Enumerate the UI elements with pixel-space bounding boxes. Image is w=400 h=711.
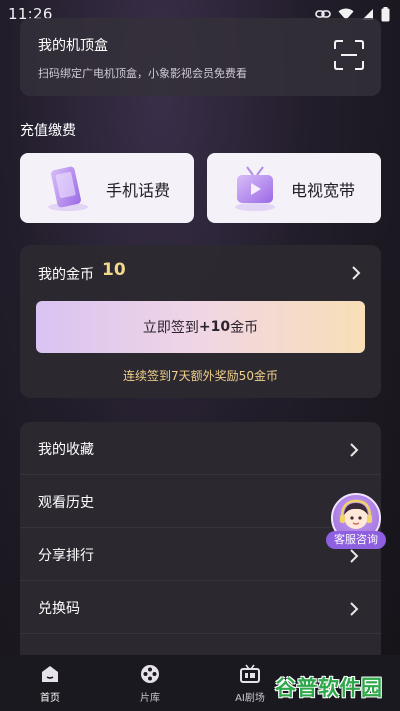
tab-home-label: 首页 <box>40 693 60 704</box>
menu-item-label: 我的收藏 <box>38 442 94 458</box>
profile-screen: 11:26 我的机顶盒 扫码绑定广电机顶盒，小象影视会员免费看 充值缴费 手机话… <box>0 0 400 711</box>
tv-broadband-card[interactable]: 电视宽带 <box>207 153 381 223</box>
chevron-right-icon[interactable] <box>351 265 361 280</box>
tab-home[interactable]: 首页 <box>10 655 90 711</box>
set-top-box-card[interactable]: 我的机顶盒 扫码绑定广电机顶盒，小象影视会员免费看 <box>20 18 381 96</box>
menu-item-label: 分享排行 <box>38 548 94 564</box>
menu-item-label: 兑换码 <box>38 601 80 617</box>
chevron-right-icon <box>349 442 359 457</box>
customer-service-button[interactable]: 客服咨询 <box>326 493 386 549</box>
chevron-right-icon <box>349 601 359 616</box>
streak-note: 连续签到7天额外奖励50金币 <box>123 369 278 383</box>
menu-item-label: 观看历史 <box>38 495 94 511</box>
customer-service-label: 客服咨询 <box>326 531 386 549</box>
battery-icon <box>381 6 390 22</box>
coins-count: 10 <box>102 260 126 280</box>
menu-item-favorites[interactable]: 我的收藏 <box>20 422 381 475</box>
coins-label: 我的金币 <box>38 267 94 283</box>
watermark-logo: 谷普软件园 <box>275 668 395 706</box>
tab-library[interactable]: 片库 <box>110 655 190 711</box>
scan-icon[interactable] <box>333 39 365 71</box>
phone-bill-label: 手机话费 <box>106 181 171 200</box>
tab-library-label: 片库 <box>140 693 160 704</box>
home-icon <box>39 663 61 685</box>
menu-item-redeem-code[interactable]: 兑换码 <box>20 581 381 634</box>
phone-bill-card[interactable]: 手机话费 <box>20 153 194 223</box>
checkin-button[interactable]: 立即签到 +10 金币 <box>36 301 365 353</box>
recharge-section-title: 充值缴费 <box>20 123 76 139</box>
checkin-prefix: 立即签到 <box>142 320 199 336</box>
checkin-suffix: 金币 <box>230 320 259 336</box>
ai-tv-icon <box>239 663 261 685</box>
checkin-bonus: +10 <box>198 319 231 335</box>
film-reel-icon <box>139 663 161 685</box>
tv-broadband-label: 电视宽带 <box>291 181 356 200</box>
watermark-text: 谷普软件园 <box>275 676 383 700</box>
phone-icon <box>42 163 94 213</box>
set-top-box-subtitle: 扫码绑定广电机顶盒，小象影视会员免费看 <box>38 67 247 80</box>
coins-card: 我的金币 10 立即签到 +10 金币 连续签到7天额外奖励50金币 <box>20 245 381 398</box>
chevron-right-icon <box>349 548 359 563</box>
set-top-box-title: 我的机顶盒 <box>38 38 108 54</box>
tv-icon <box>229 163 281 213</box>
